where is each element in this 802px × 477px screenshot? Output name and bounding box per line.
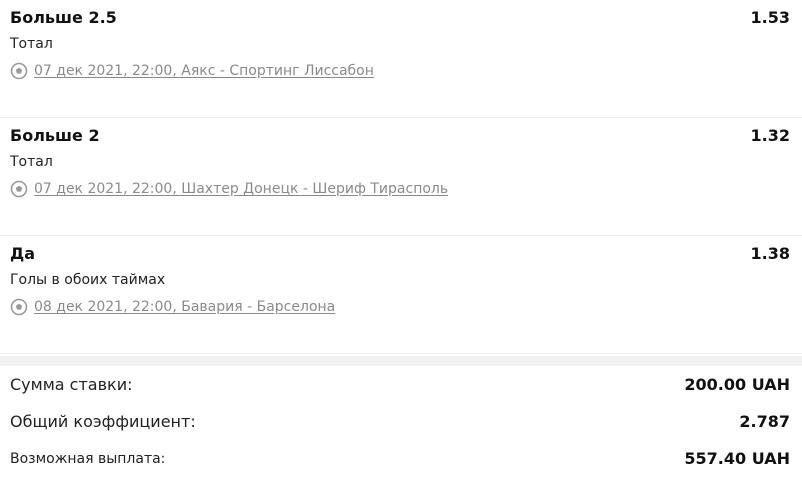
bet-market: Тотал xyxy=(10,36,53,52)
bet-event: 07 дек 2021, 22:00, Аякс - Спортинг Лисс… xyxy=(10,62,374,80)
bet-odds: 1.32 xyxy=(750,126,790,145)
bet-market: Голы в обоих таймах xyxy=(10,272,166,288)
bet-odds: 1.53 xyxy=(750,8,790,27)
bet-slip: Больше 2.5 1.53 Тотал 07 дек 2021, 22:00… xyxy=(0,0,802,477)
bet-item: Больше 2 1.32 Тотал 07 дек 2021, 22:00, … xyxy=(0,118,802,236)
bet-item: Больше 2.5 1.53 Тотал 07 дек 2021, 22:00… xyxy=(0,0,802,118)
payout-label: Возможная выплата: xyxy=(10,450,166,467)
bet-event: 07 дек 2021, 22:00, Шахтер Донецк - Шери… xyxy=(10,180,448,198)
bet-selection: Да xyxy=(10,244,36,263)
payout-row: Возможная выплата: 557.40 UAH xyxy=(10,440,790,477)
stake-label: Сумма ставки: xyxy=(10,375,133,394)
soccer-ball-icon xyxy=(10,62,28,80)
bet-market: Тотал xyxy=(10,154,53,170)
section-divider xyxy=(0,356,802,366)
bet-odds: 1.38 xyxy=(750,244,790,263)
total-odds-value: 2.787 xyxy=(739,412,790,431)
event-link[interactable]: 08 дек 2021, 22:00, Бавария - Барселона xyxy=(34,299,335,315)
soccer-ball-icon xyxy=(10,298,28,316)
bet-event: 08 дек 2021, 22:00, Бавария - Барселона xyxy=(10,298,335,316)
payout-value: 557.40 UAH xyxy=(684,449,790,468)
total-odds-row: Общий коэффициент: 2.787 xyxy=(10,403,790,440)
stake-value: 200.00 UAH xyxy=(684,375,790,394)
bet-selection: Больше 2 xyxy=(10,126,100,145)
bet-selection: Больше 2.5 xyxy=(10,8,117,27)
event-link[interactable]: 07 дек 2021, 22:00, Аякс - Спортинг Лисс… xyxy=(34,63,374,79)
stake-row: Сумма ставки: 200.00 UAH xyxy=(10,366,790,403)
event-link[interactable]: 07 дек 2021, 22:00, Шахтер Донецк - Шери… xyxy=(34,181,448,197)
total-odds-label: Общий коэффициент: xyxy=(10,412,196,431)
soccer-ball-icon xyxy=(10,180,28,198)
bet-summary: Сумма ставки: 200.00 UAH Общий коэффицие… xyxy=(0,366,802,477)
bet-item: Да 1.38 Голы в обоих таймах 08 дек 2021,… xyxy=(0,236,802,354)
